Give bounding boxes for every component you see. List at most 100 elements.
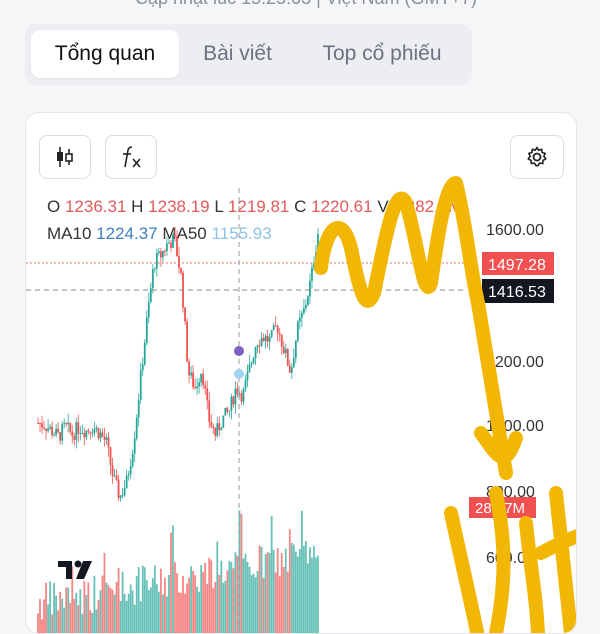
chart-type-button[interactable] [39, 135, 91, 179]
volume-bar [115, 581, 118, 633]
volume-bar [79, 589, 82, 633]
volume-bar [117, 567, 120, 633]
volume-bar [139, 601, 142, 633]
volume-bar [282, 567, 285, 633]
volume-bar [200, 565, 203, 633]
volume-bar [176, 573, 178, 633]
volume-bar [121, 571, 124, 633]
candle-body [95, 427, 98, 430]
tab-articles[interactable]: Bài viết [185, 30, 290, 78]
volume-bar [37, 613, 39, 633]
candle-body [111, 465, 114, 477]
tab-overview[interactable]: Tổng quan [31, 30, 179, 78]
candle-body [184, 307, 186, 322]
candle-body [286, 349, 289, 366]
candle-body [196, 386, 199, 389]
low-value: 1219.81 [227, 197, 290, 216]
volume-bar [85, 594, 88, 633]
y-tick-1600: 1600.00 [486, 222, 544, 239]
candle-body [135, 417, 138, 439]
candle-body [65, 423, 68, 425]
candle-body [83, 432, 86, 438]
volume-bar [290, 543, 293, 633]
volume-bar [153, 565, 156, 633]
close-label: C [294, 197, 307, 216]
tab-top-stocks[interactable]: Top cổ phiếu [297, 30, 467, 78]
candle-body [153, 268, 156, 270]
candle-body [258, 345, 261, 347]
candle-body [93, 429, 96, 434]
volume-bar [252, 573, 255, 633]
volume-bar [49, 581, 51, 633]
indicators-button[interactable] [105, 135, 157, 179]
volume-bar [268, 552, 271, 633]
candle-body [230, 396, 233, 411]
volume-bar [151, 578, 154, 633]
volume-bar [103, 552, 106, 633]
candle-body [266, 335, 269, 342]
volume-bar [202, 571, 205, 633]
volume-bar [212, 588, 215, 633]
volume-bar [91, 613, 94, 633]
volume-bar [317, 555, 319, 633]
candle-body [302, 308, 305, 314]
volume-bar [240, 513, 243, 633]
candle-body [315, 252, 317, 265]
candle-body [220, 427, 223, 431]
volume-bar [164, 577, 166, 633]
candle-body [157, 251, 160, 254]
candle-body [214, 427, 217, 436]
candle-body [164, 250, 166, 252]
volume-bar [256, 570, 259, 633]
volume-bar [143, 567, 146, 633]
candle-body [129, 466, 132, 475]
candle-body [232, 396, 235, 405]
candle-body [212, 426, 215, 428]
volume-bar [292, 544, 295, 633]
candle-body [39, 423, 41, 425]
volume-bar [204, 562, 207, 633]
candle-body [242, 389, 245, 402]
volume-bar [258, 545, 261, 633]
candle-body [99, 432, 102, 439]
candle-body [210, 421, 213, 427]
open-label: O [47, 197, 61, 216]
candle-body [109, 447, 112, 466]
volume-bar [246, 562, 249, 633]
candle-body [198, 382, 201, 387]
candle-body [200, 373, 203, 383]
price-tag-dark-text: 1416.53 [488, 284, 546, 301]
candle-body [234, 388, 237, 405]
candle-body [246, 371, 249, 381]
candle-body [317, 233, 319, 253]
volume-bar [294, 551, 297, 633]
settings-button[interactable] [510, 135, 564, 179]
volume-bar [286, 571, 289, 633]
volume-bar [99, 590, 102, 633]
volume-value: 282.7M [405, 197, 463, 216]
candle-body [121, 495, 124, 497]
ma50-value: 1155.93 [211, 224, 272, 243]
price-chart: 1600.00 1200.00 1000.00 800.00 600.00 14… [26, 176, 576, 633]
volume-tag-text: 282.7M [475, 500, 525, 517]
candle-body [272, 325, 275, 331]
volume-bar [67, 587, 70, 633]
candle-body [290, 367, 293, 373]
candle-body [133, 438, 136, 454]
volume-bar [133, 604, 136, 633]
volume-bar [161, 594, 164, 633]
candle-body [276, 325, 279, 334]
volume-bar [39, 599, 41, 633]
candle-body [55, 428, 58, 436]
candle-body [216, 423, 219, 436]
volume-bar [109, 587, 112, 633]
candle-body [248, 364, 251, 372]
volume-bar [224, 580, 227, 633]
volume-bar [298, 548, 301, 633]
volume-bar [43, 599, 45, 633]
volume-bar [266, 552, 269, 633]
candle-body [178, 256, 180, 268]
volume-bar [274, 572, 277, 633]
volume-bar [198, 591, 201, 633]
candle-body [206, 388, 209, 401]
